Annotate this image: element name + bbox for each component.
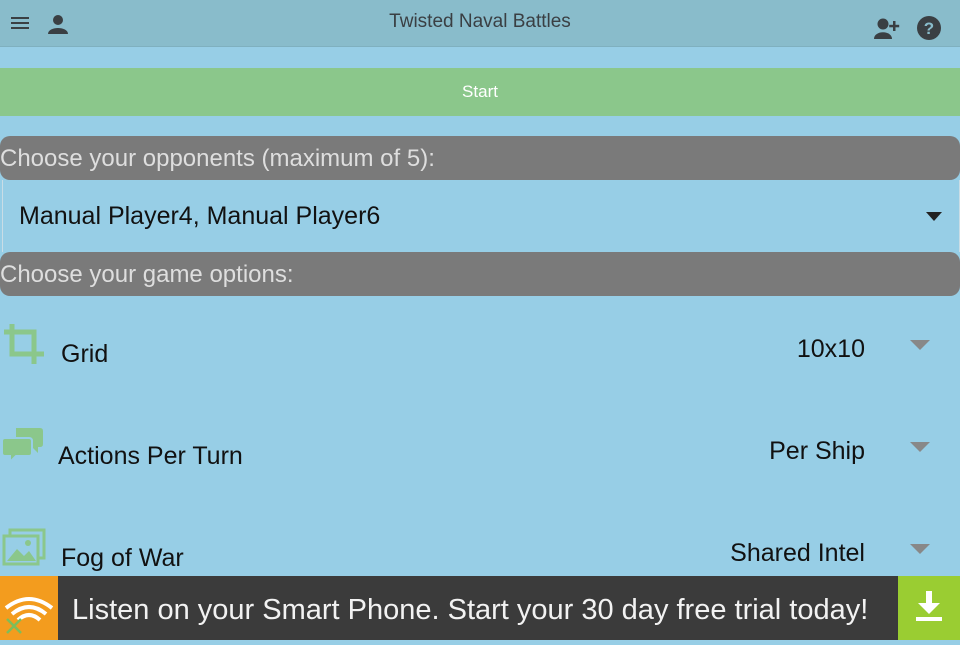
option-row-actions-per-turn[interactable]: Actions Per Turn Per Ship bbox=[0, 412, 960, 492]
chevron-down-icon[interactable] bbox=[910, 442, 930, 452]
option-label-actions-per-turn: Actions Per Turn bbox=[58, 442, 243, 470]
options-header: Choose your game options: bbox=[0, 252, 960, 296]
svg-text:?: ? bbox=[924, 19, 934, 38]
top-bar: Twisted Naval Battles ? bbox=[0, 0, 960, 47]
start-button[interactable]: Start bbox=[0, 68, 960, 116]
crop-icon bbox=[2, 322, 46, 371]
close-icon[interactable] bbox=[4, 616, 24, 641]
add-user-icon[interactable] bbox=[874, 17, 900, 44]
chevron-down-icon[interactable] bbox=[910, 340, 930, 350]
download-button[interactable] bbox=[898, 576, 960, 640]
option-label-fog-of-war: Fog of War bbox=[61, 544, 184, 572]
option-label-grid: Grid bbox=[61, 340, 109, 368]
options-header-label: Choose your game options: bbox=[0, 261, 294, 288]
app-title: Twisted Naval Battles bbox=[389, 11, 571, 32]
opponents-select[interactable]: Manual Player4, Manual Player6 bbox=[2, 180, 960, 252]
chat-bubbles-icon bbox=[1, 424, 44, 471]
ad-text[interactable]: Listen on your Smart Phone. Start your 3… bbox=[72, 594, 868, 627]
chevron-down-icon bbox=[926, 212, 942, 221]
download-icon bbox=[915, 591, 943, 628]
opponents-selected-value: Manual Player4, Manual Player6 bbox=[19, 202, 381, 230]
option-value-grid[interactable]: 10x10 bbox=[797, 335, 865, 364]
images-icon bbox=[2, 528, 46, 575]
opponents-header-label: Choose your opponents (maximum of 5): bbox=[0, 145, 435, 172]
opponents-header: Choose your opponents (maximum of 5): bbox=[0, 136, 960, 180]
option-value-actions-per-turn[interactable]: Per Ship bbox=[769, 437, 865, 466]
chevron-down-icon[interactable] bbox=[910, 544, 930, 554]
ad-banner[interactable]: Listen on your Smart Phone. Start your 3… bbox=[0, 576, 960, 640]
option-row-grid[interactable]: Grid 10x10 bbox=[0, 310, 960, 390]
help-icon[interactable]: ? bbox=[917, 16, 941, 45]
option-value-fog-of-war[interactable]: Shared Intel bbox=[730, 539, 865, 568]
